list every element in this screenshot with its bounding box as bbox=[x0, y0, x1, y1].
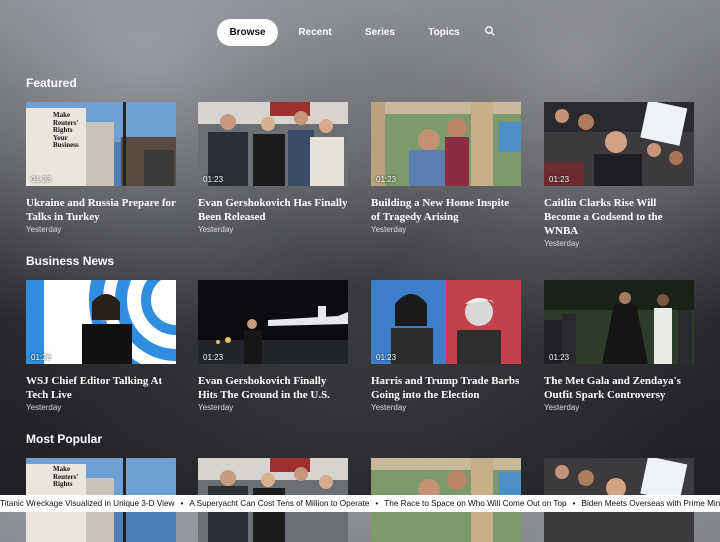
video-time: Yesterday bbox=[371, 225, 521, 234]
video-time: Yesterday bbox=[544, 403, 694, 412]
top-nav: Browse Recent Series Topics bbox=[0, 19, 720, 46]
ticker-item[interactable]: A Superyacht Can Cost Tens of Million to… bbox=[189, 495, 369, 512]
video-thumbnail[interactable]: Make Reuters' Rights Your Business 01:23 bbox=[26, 102, 176, 186]
ticker-separator: • bbox=[375, 495, 378, 512]
ticker-item[interactable]: The Race to Space on Who Will Come Out o… bbox=[384, 495, 566, 512]
duration-label: 01:23 bbox=[549, 175, 569, 184]
tab-browse[interactable]: Browse bbox=[217, 19, 278, 46]
tab-series[interactable]: Series bbox=[356, 19, 404, 46]
video-thumbnail[interactable]: 01:23 bbox=[544, 102, 694, 186]
video-card[interactable]: 01:23 Evan Gershokovich Has Finally Been… bbox=[198, 102, 348, 234]
video-title[interactable]: Caitlin Clarks Rise Will Become a Godsen… bbox=[544, 196, 694, 238]
video-title[interactable]: Evan Gershokovich Has Finally Been Relea… bbox=[198, 196, 348, 224]
tab-recent[interactable]: Recent bbox=[290, 19, 340, 46]
video-title[interactable]: WSJ Chief Editor Talking At Tech Live bbox=[26, 374, 176, 402]
video-time: Yesterday bbox=[26, 225, 176, 234]
duration-label: 01:23 bbox=[31, 353, 51, 362]
video-time: Yesterday bbox=[198, 225, 348, 234]
duration-label: 01:23 bbox=[31, 175, 51, 184]
video-thumbnail[interactable]: 01:23 bbox=[371, 280, 521, 364]
video-title[interactable]: Harris and Trump Trade Barbs Going into … bbox=[371, 374, 521, 402]
video-time: Yesterday bbox=[544, 239, 694, 248]
video-time: Yesterday bbox=[26, 403, 176, 412]
video-card[interactable]: 01:23 WSJ Chief Editor Talking At Tech L… bbox=[26, 280, 176, 412]
section-title-featured: Featured bbox=[26, 76, 77, 90]
video-card[interactable]: 01:23 Building a New Home Inspite of Tra… bbox=[371, 102, 521, 234]
duration-label: 01:23 bbox=[376, 353, 396, 362]
video-thumbnail[interactable]: 01:23 bbox=[371, 102, 521, 186]
video-thumbnail[interactable]: 01:23 bbox=[198, 102, 348, 186]
thumbnail-billboard-text: Make Reuters' Rights bbox=[53, 466, 85, 489]
search-icon[interactable] bbox=[485, 26, 495, 36]
video-title[interactable]: Evan Gershokovich Finally Hits The Groun… bbox=[198, 374, 348, 402]
ticker-separator: • bbox=[573, 495, 576, 512]
news-ticker: Titanic Wreckage Visualized in Unique 3-… bbox=[0, 495, 720, 512]
video-title[interactable]: Building a New Home Inspite of Tragedy A… bbox=[371, 196, 521, 224]
video-card[interactable]: 01:23 Harris and Trump Trade Barbs Going… bbox=[371, 280, 521, 412]
duration-label: 01:23 bbox=[203, 353, 223, 362]
video-card[interactable]: 01:23 Evan Gershokovich Finally Hits The… bbox=[198, 280, 348, 412]
video-title[interactable]: The Met Gala and Zendaya's Outfit Spark … bbox=[544, 374, 694, 402]
video-time: Yesterday bbox=[198, 403, 348, 412]
video-card[interactable]: 01:23 Caitlin Clarks Rise Will Become a … bbox=[544, 102, 694, 248]
video-thumbnail[interactable]: 01:23 bbox=[544, 280, 694, 364]
ticker-item[interactable]: Titanic Wreckage Visualized in Unique 3-… bbox=[0, 495, 174, 512]
ticker-separator: • bbox=[180, 495, 183, 512]
section-title-business-news: Business News bbox=[26, 254, 114, 268]
video-card[interactable]: 01:23 The Met Gala and Zendaya's Outfit … bbox=[544, 280, 694, 412]
video-thumbnail[interactable]: 01:23 bbox=[26, 280, 176, 364]
video-card[interactable]: Make Reuters' Rights Your Business 01:23… bbox=[26, 102, 176, 234]
duration-label: 01:23 bbox=[549, 353, 569, 362]
thumbnail-billboard-text: Make Reuters' Rights Your Business bbox=[53, 112, 85, 150]
video-time: Yesterday bbox=[371, 403, 521, 412]
ticker-item[interactable]: Biden Meets Overseas with Prime Minister bbox=[582, 495, 720, 512]
video-title[interactable]: Ukraine and Russia Prepare for Talks in … bbox=[26, 196, 176, 224]
tab-topics[interactable]: Topics bbox=[420, 19, 468, 46]
section-title-most-popular: Most Popular bbox=[26, 432, 102, 446]
video-thumbnail[interactable]: 01:23 bbox=[198, 280, 348, 364]
duration-label: 01:23 bbox=[376, 175, 396, 184]
duration-label: 01:23 bbox=[203, 175, 223, 184]
